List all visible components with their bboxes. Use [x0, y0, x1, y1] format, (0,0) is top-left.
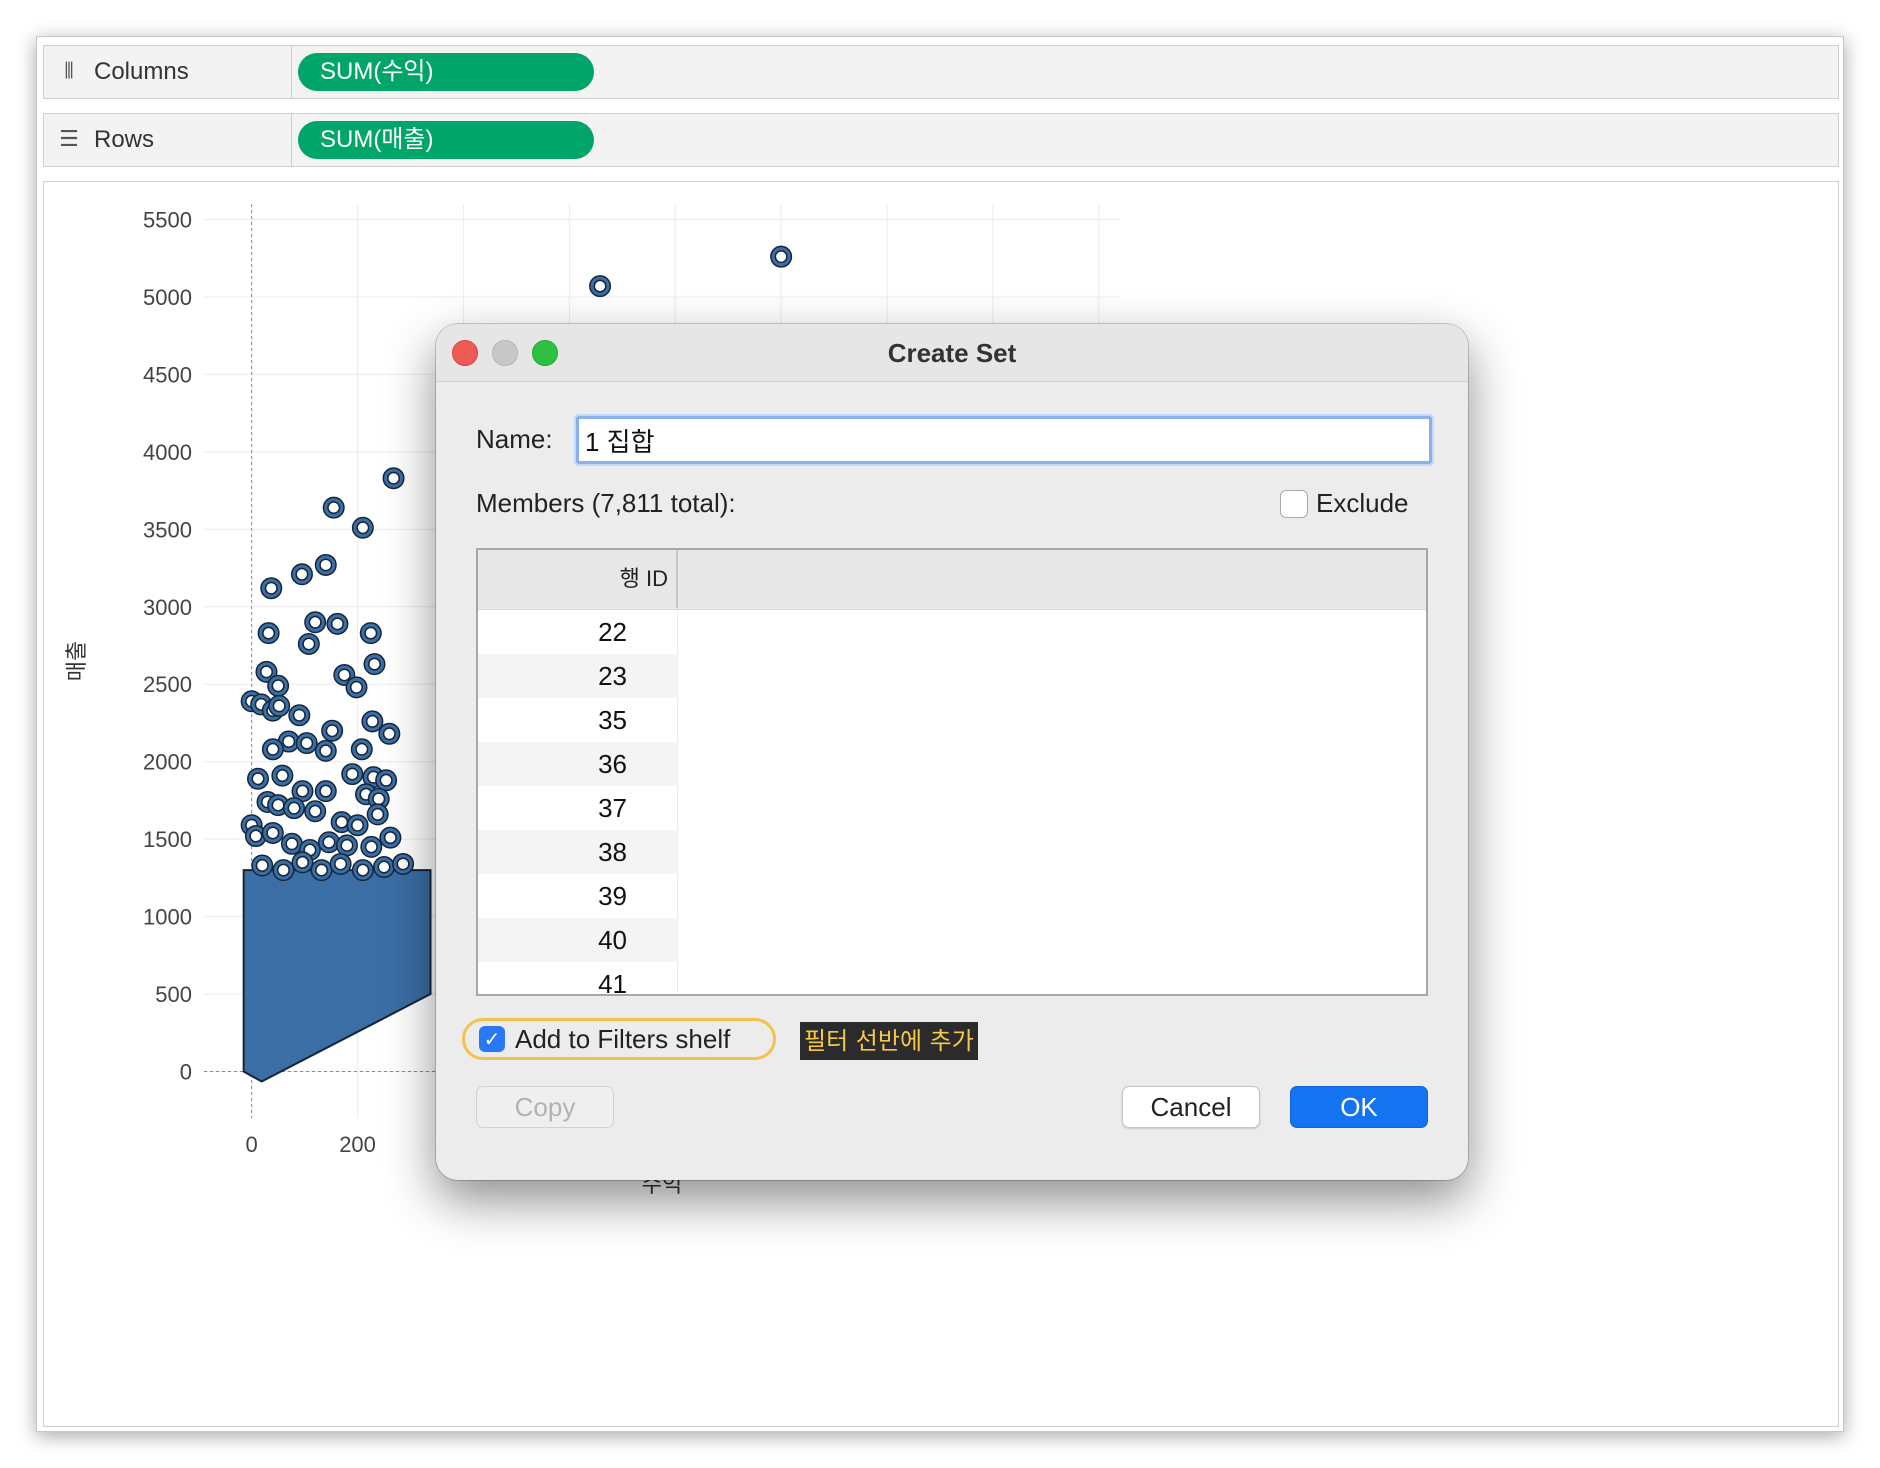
y-tick-label: 3000	[143, 595, 192, 620]
copy-button[interactable]: Copy	[476, 1086, 614, 1128]
y-tick-label: 4500	[143, 362, 192, 387]
exclude-label[interactable]: Exclude	[1316, 488, 1409, 519]
set-name-input[interactable]	[576, 416, 1432, 464]
rows-shelf-label: Rows	[94, 126, 155, 153]
columns-shelf-label-cell: ⫴ Columns	[44, 46, 292, 98]
name-label: Name:	[476, 424, 553, 454]
table-row[interactable]: 41	[478, 962, 1426, 994]
table-row[interactable]: 35	[478, 698, 1426, 742]
rows-pill-sum-sales[interactable]: SUM(매출)	[298, 121, 594, 159]
ok-button[interactable]: OK	[1290, 1086, 1428, 1128]
columns-icon: ⫴	[64, 59, 74, 84]
y-tick-label: 2000	[143, 750, 192, 775]
y-tick-label: 2500	[143, 672, 192, 697]
row-id-cell: 39	[478, 874, 678, 918]
y-tick-label: 5500	[143, 207, 192, 232]
columns-pill-sum-profit[interactable]: SUM(수익)	[298, 53, 594, 91]
create-set-dialog: Create Set Name: Members (7,811 total): …	[436, 324, 1468, 1180]
y-tick-label: 4000	[143, 440, 192, 465]
row-id-cell: 23	[478, 654, 678, 698]
rows-icon: ☰	[59, 127, 79, 152]
columns-shelf-label: Columns	[94, 58, 189, 85]
y-tick-label: 500	[155, 982, 192, 1007]
columns-shelf: ⫴ Columns SUM(수익)	[43, 45, 1839, 99]
table-row[interactable]: 39	[478, 874, 1426, 918]
dense-marks-region	[242, 869, 432, 1083]
row-id-cell: 38	[478, 830, 678, 874]
row-id-cell: 35	[478, 698, 678, 742]
rows-shelf-label-cell: ☰ Rows	[44, 114, 292, 166]
rows-shelf: ☰ Rows SUM(매출)	[43, 113, 1839, 167]
dialog-titlebar[interactable]: Create Set	[436, 324, 1468, 382]
row-id-cell: 22	[478, 610, 678, 654]
table-row[interactable]: 23	[478, 654, 1426, 698]
add-to-filters-option[interactable]: ✓ Add to Filters shelf	[462, 1018, 776, 1060]
korean-annotation-tooltip: 필터 선반에 추가	[800, 1022, 978, 1060]
exclude-checkbox[interactable]	[1280, 490, 1308, 518]
table-header: 행 ID	[478, 550, 1426, 610]
table-row[interactable]: 37	[478, 786, 1426, 830]
members-label: Members (7,811 total):	[476, 488, 736, 518]
row-id-cell: 40	[478, 918, 678, 962]
y-axis-label: 매출	[65, 641, 90, 681]
members-table[interactable]: 행 ID 22 23 35 36 37 38 39 40 41	[476, 548, 1428, 996]
y-tick-label: 0	[180, 1060, 192, 1085]
row-id-cell: 36	[478, 742, 678, 786]
y-tick-label: 5000	[143, 285, 192, 310]
add-to-filters-checkbox[interactable]: ✓	[479, 1026, 505, 1052]
row-id-cell: 37	[478, 786, 678, 830]
table-row[interactable]: 22	[478, 610, 1426, 654]
y-tick-label: 3500	[143, 517, 192, 542]
table-row[interactable]: 40	[478, 918, 1426, 962]
x-tick-label: 0	[246, 1132, 258, 1157]
y-tick-label: 1000	[143, 905, 192, 930]
table-row[interactable]: 38	[478, 830, 1426, 874]
row-id-column-header[interactable]: 행 ID	[478, 550, 678, 608]
row-id-cell: 41	[478, 962, 678, 994]
x-tick-label: 200	[339, 1132, 376, 1157]
y-tick-label: 1500	[143, 827, 192, 852]
cancel-button[interactable]: Cancel	[1122, 1086, 1260, 1128]
add-to-filters-label[interactable]: Add to Filters shelf	[515, 1024, 730, 1055]
dialog-title: Create Set	[887, 338, 1017, 368]
table-row[interactable]: 36	[478, 742, 1426, 786]
